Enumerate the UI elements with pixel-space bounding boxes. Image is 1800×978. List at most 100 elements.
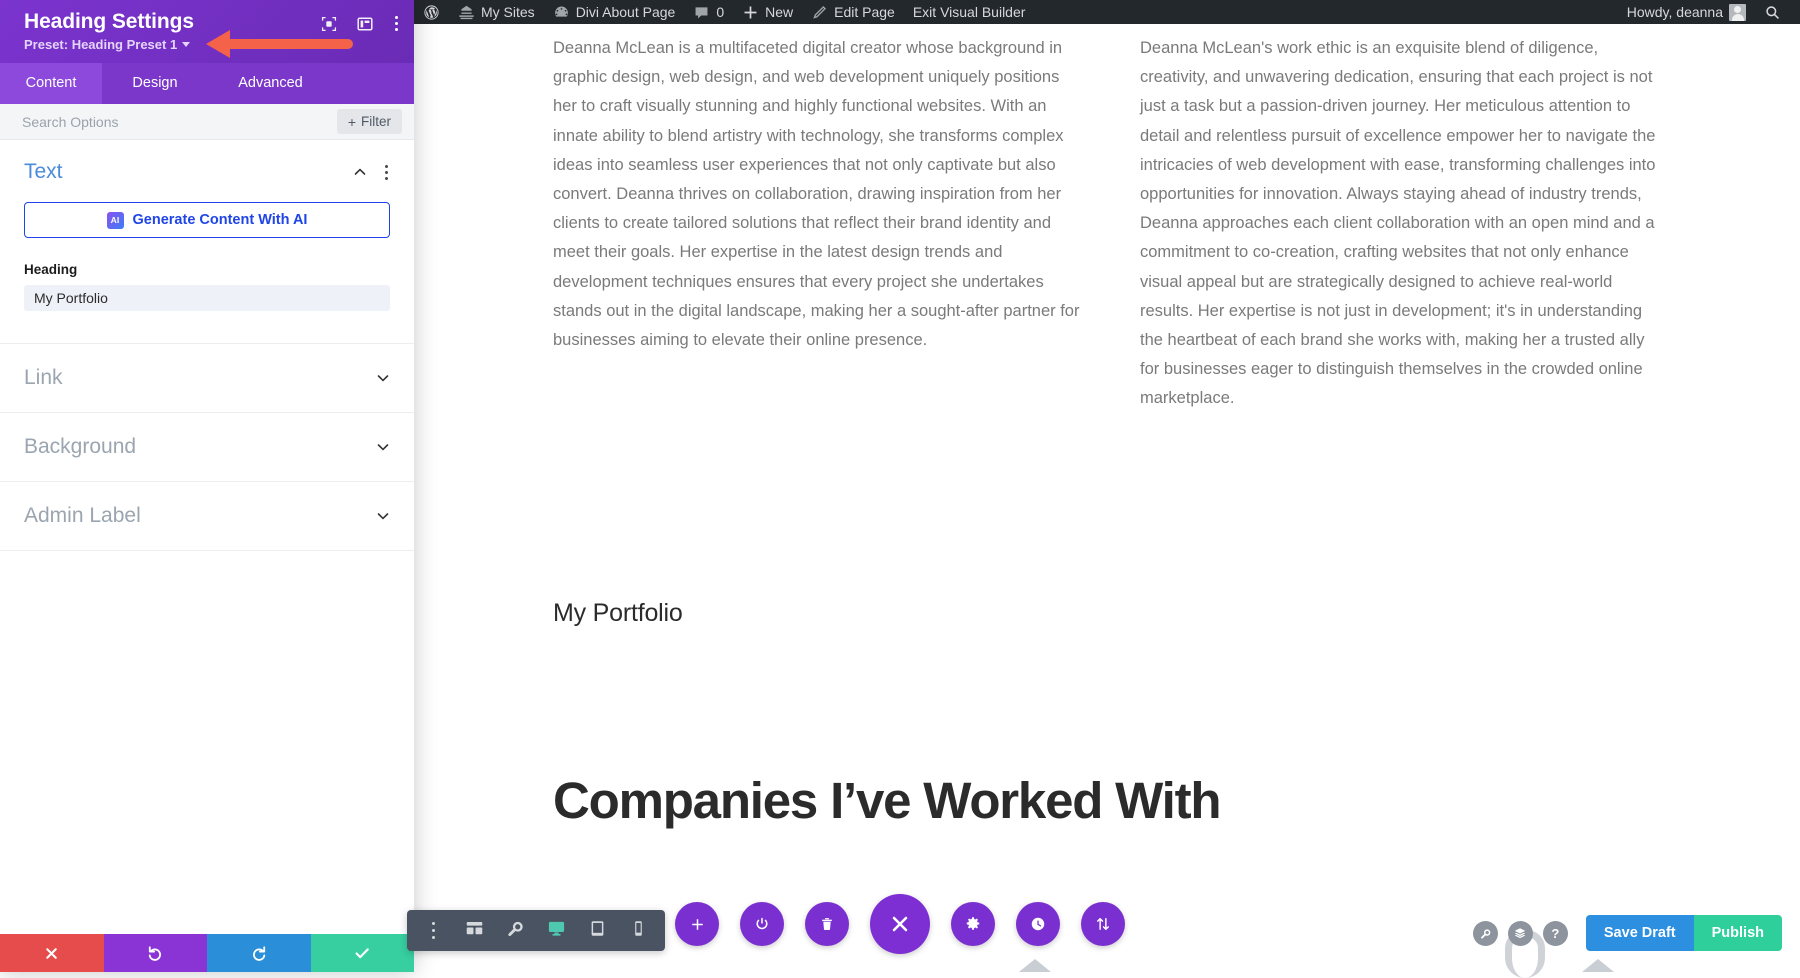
tab-content[interactable]: Content xyxy=(0,63,102,104)
chevron-down-icon[interactable] xyxy=(376,509,390,523)
user-avatar xyxy=(1729,4,1746,21)
help-button[interactable]: ? xyxy=(1543,921,1568,946)
section-hover-caret-right xyxy=(1582,959,1614,972)
section-link[interactable]: Link xyxy=(0,344,414,413)
history-button[interactable] xyxy=(1016,902,1060,946)
admin-bar-wordpress-logo[interactable] xyxy=(414,0,449,24)
kebab-menu-icon[interactable] xyxy=(393,14,400,33)
tab-advanced[interactable]: Advanced xyxy=(208,63,333,104)
admin-bar-item-exit-visual-builder[interactable]: Exit Visual Builder xyxy=(904,0,1035,24)
publish-actions-group: Save Draft Publish xyxy=(1586,915,1782,951)
ai-badge-icon: AI xyxy=(107,212,124,229)
search-page-button[interactable] xyxy=(1473,921,1498,946)
delete-button[interactable] xyxy=(805,902,849,946)
generate-content-with-ai-button[interactable]: AI Generate Content With AI xyxy=(24,202,390,238)
kebab-menu-icon xyxy=(432,922,436,940)
viewport-toolbar[interactable] xyxy=(407,910,665,951)
tablet-icon xyxy=(588,919,607,943)
preset-selector[interactable]: Preset: Heading Preset 1 xyxy=(24,37,400,52)
toolbar-more-options-button[interactable] xyxy=(413,910,454,951)
phone-icon xyxy=(629,919,648,943)
section-link-title: Link xyxy=(24,366,63,390)
about-two-column-row: Deanna McLean is a multifaceted digital … xyxy=(414,24,1800,414)
settings-panel-tabs: Content Design Advanced xyxy=(0,63,414,104)
about-paragraph-left: Deanna McLean is a multifaceted digital … xyxy=(553,34,1080,355)
chevron-down-icon[interactable] xyxy=(376,440,390,454)
filter-button-label: Filter xyxy=(361,114,391,129)
redo-button[interactable] xyxy=(207,934,311,972)
chevron-down-icon[interactable] xyxy=(376,371,390,385)
admin-bar-comment-count: 0 xyxy=(716,0,724,24)
section-background[interactable]: Background xyxy=(0,413,414,482)
save-button[interactable] xyxy=(311,934,415,972)
visual-builder-canvas[interactable]: Deanna McLean is a multifaceted digital … xyxy=(414,24,1800,972)
admin-bar-item-comments[interactable]: 0 xyxy=(684,0,733,24)
admin-bar-item-my-sites[interactable]: My Sites xyxy=(449,0,544,24)
save-draft-button[interactable]: Save Draft xyxy=(1586,915,1694,951)
focus-target-icon[interactable] xyxy=(321,16,337,32)
section-hover-caret-left xyxy=(1019,959,1051,972)
close-menu-button[interactable] xyxy=(870,894,930,954)
settings-panel-footer xyxy=(0,934,414,972)
section-background-title: Background xyxy=(24,435,136,459)
admin-bar-label-new: New xyxy=(765,0,793,24)
admin-bar-search[interactable] xyxy=(1755,0,1790,24)
admin-bar-item-edit-page[interactable]: Edit Page xyxy=(802,0,904,24)
toolbar-wireframe-view-button[interactable] xyxy=(454,910,495,951)
admin-bar-label-site-name: Divi About Page xyxy=(576,0,676,24)
heading-input[interactable] xyxy=(24,285,390,311)
desktop-monitor-icon xyxy=(547,919,566,943)
heading-field-label: Heading xyxy=(24,262,390,277)
about-column-left[interactable]: Deanna McLean is a multifaceted digital … xyxy=(553,34,1080,414)
section-admin-label[interactable]: Admin Label xyxy=(0,482,414,551)
tab-design[interactable]: Design xyxy=(102,63,208,104)
section-text: Text AI Generate Content With AI Headin xyxy=(0,140,414,344)
toggle-builder-button[interactable] xyxy=(740,902,784,946)
heading-settings-panel[interactable]: Heading Settings xyxy=(0,0,414,972)
toolbar-tablet-view-button[interactable] xyxy=(577,910,618,951)
search-input[interactable] xyxy=(22,114,337,130)
magnifier-icon xyxy=(506,919,525,943)
chevron-down-icon xyxy=(182,42,190,47)
comment-bubble-icon xyxy=(693,4,710,21)
settings-panel-header: Heading Settings xyxy=(0,0,414,63)
builder-actions-toolbar: ? Save Draft Publish xyxy=(1473,915,1782,951)
sort-order-button[interactable] xyxy=(1081,902,1125,946)
toolbar-zoom-view-button[interactable] xyxy=(495,910,536,951)
admin-bar-howdy-label: Howdy, deanna xyxy=(1627,0,1723,24)
settings-button[interactable] xyxy=(951,902,995,946)
publish-button[interactable]: Publish xyxy=(1694,915,1782,951)
admin-bar-item-new[interactable]: New xyxy=(733,0,802,24)
settings-panel-header-actions xyxy=(321,10,400,33)
admin-bar-label-exit-visual-builder: Exit Visual Builder xyxy=(913,0,1026,24)
cancel-button[interactable] xyxy=(0,934,104,972)
section-admin-label-title: Admin Label xyxy=(24,504,141,528)
section-text-header[interactable]: Text xyxy=(24,160,390,184)
toolbar-desktop-view-button[interactable] xyxy=(536,910,577,951)
toolbar-phone-view-button[interactable] xyxy=(618,910,659,951)
admin-bar-my-account[interactable]: Howdy, deanna xyxy=(1618,0,1755,24)
admin-bar-item-site-name[interactable]: Divi About Page xyxy=(544,0,685,24)
about-paragraph-right: Deanna McLean's work ethic is an exquisi… xyxy=(1140,34,1667,414)
pencil-icon xyxy=(811,4,828,21)
portfolio-heading-module[interactable]: My Portfolio xyxy=(553,599,1800,628)
add-module-button[interactable] xyxy=(675,902,719,946)
layout-columns-icon[interactable] xyxy=(357,16,373,32)
undo-button[interactable] xyxy=(104,934,208,972)
sites-icon xyxy=(458,4,475,21)
companies-heading-module[interactable]: Companies I’ve Worked With xyxy=(553,773,1800,829)
wordpress-logo-icon xyxy=(423,4,440,21)
admin-bar-label-my-sites: My Sites xyxy=(481,0,535,24)
page-title: Heading Settings xyxy=(24,10,194,34)
settings-panel-body: Text AI Generate Content With AI Headin xyxy=(0,140,414,934)
dashboard-icon xyxy=(553,4,570,21)
filter-button[interactable]: + Filter xyxy=(337,109,402,134)
about-column-right[interactable]: Deanna McLean's work ethic is an exquisi… xyxy=(1140,34,1667,414)
section-text-title: Text xyxy=(24,160,63,184)
layers-button[interactable] xyxy=(1508,921,1533,946)
search-icon xyxy=(1764,4,1781,21)
chevron-up-icon[interactable] xyxy=(353,165,367,179)
plus-icon: + xyxy=(348,115,356,129)
options-search-row: + Filter xyxy=(0,104,414,140)
section-text-kebab-menu-icon[interactable] xyxy=(383,163,390,182)
